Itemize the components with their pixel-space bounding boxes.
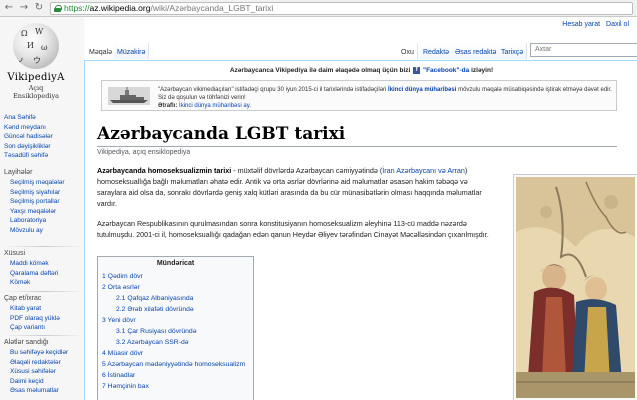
nav-layiheler-item[interactable]: Mövzulu ay: [4, 226, 84, 236]
content-panel: Azərbaycanca Vikipediya ilə daim əlaqədə…: [84, 60, 637, 400]
logo-wordmark: VikipediyA: [7, 72, 65, 83]
toc-title: Mündəricat: [156, 260, 195, 267]
nav-cap: Çap et/ixrac Kitab yarat PDF olaraq yüklə…: [4, 289, 84, 333]
lead-term: Azərbaycanda homoseksualizmin tarixi: [97, 166, 232, 175]
nav-heading-cap: Çap et/ixrac: [4, 295, 42, 302]
nav-main-item[interactable]: Ana Səhifə: [4, 113, 84, 123]
nav-xususi-item[interactable]: Qaralama dəftəri: [4, 269, 84, 279]
lock-icon: [54, 4, 62, 12]
site-notice-suffix: izləyin!: [471, 67, 494, 75]
nav-main: Ana Səhifə Kənd meydanı Güncəl hadisələr So…: [4, 113, 84, 161]
nav-xususi-item[interactable]: Maddi kömək: [4, 259, 84, 269]
toc-item[interactable]: 3.2 Azərbaycan SSR-də: [102, 337, 249, 348]
nav-main-item[interactable]: Kənd meydanı: [4, 123, 84, 133]
p1-text-a: - müxtəlif dövrlərdə Azərbaycan cəmiyyət…: [231, 166, 383, 175]
banner-text: "Azərbaycan vikimediaçıları" istifadəçi …: [158, 86, 614, 110]
toc-item[interactable]: 6 İstinadlar: [102, 370, 249, 381]
persian-miniature-image[interactable]: [513, 174, 637, 400]
facebook-icon: f: [413, 67, 421, 74]
banner-line1-a: "Azərbaycan vikimediaçıları" istifadəçi …: [158, 87, 387, 93]
toc-item[interactable]: 5 Azərbaycan mədəniyyətində homoseksuali…: [102, 359, 249, 370]
nav-aletler: Alətlər sandığı Bu səhifəyə keçidlər Əlaq…: [4, 333, 84, 396]
nav-aletler-item[interactable]: Əsas məlumatlar: [4, 386, 84, 396]
nav-layiheler-item[interactable]: Seçilmiş siyahılar: [4, 188, 84, 198]
nav-cap-item[interactable]: Çap variantı: [4, 323, 84, 333]
banner-more-link[interactable]: İkinci dünya müharibəsi ay.: [179, 103, 251, 109]
nav-heading-aletler: Alətlər sandığı: [4, 339, 49, 346]
article-paragraph-1: Azərbaycanda homoseksualizmin tarixi - m…: [97, 165, 497, 209]
toc-item[interactable]: 2.1 Qafqaz Albaniyasında: [102, 293, 249, 304]
nav-heading-layiheler: Layihələr: [4, 169, 33, 176]
url-protocol: https://: [64, 3, 90, 13]
wikipedia-logo[interactable]: Ω W И ω ر ウ VikipediyA Açıq Ensiklopediy…: [6, 23, 66, 103]
search-input[interactable]: Axtar: [530, 43, 637, 57]
site-notice: Azərbaycanca Vikipediya ilə daim əlaqədə…: [85, 67, 637, 74]
miniature-painting: [516, 177, 635, 398]
nav-xususi: Xüsusi Maddi kömək Qaralama dəftəri Kömək: [4, 244, 84, 288]
toc-item[interactable]: 2 Orta əsrlər: [102, 282, 249, 293]
iran-azerbaijan-link[interactable]: İran Azərbaycanı və Arran: [382, 166, 465, 175]
page-subtitle: Vikipediya, açıq ensiklopediya: [97, 149, 191, 156]
tab-edit-source[interactable]: Əsas redaktə: [452, 43, 501, 59]
nav-main-item[interactable]: Son dəyişikliklər: [4, 142, 84, 152]
page-title: Azərbaycanda LGBT tarixi: [97, 124, 617, 147]
login-link[interactable]: Daxil ol: [606, 21, 629, 28]
url-host: az.wikipedia.org: [89, 3, 151, 13]
table-of-contents: Mündəricat 1 Qədim dövr 2 Orta əsrlər 2.1 …: [97, 256, 254, 400]
tab-talk[interactable]: Müzakirə: [114, 43, 150, 59]
nav-cap-item[interactable]: PDF olaraq yüklə: [4, 314, 84, 324]
banner-more-label: Ətraflı:: [158, 103, 178, 109]
tab-edit[interactable]: Redaktə: [420, 43, 454, 59]
nav-layiheler-item[interactable]: Seçilmiş portallar: [4, 197, 84, 207]
nav-layiheler: Layihələr Seçilmiş məqalələr Seçilmiş siy…: [4, 169, 84, 235]
tab-article[interactable]: Məqalə: [86, 43, 116, 59]
toc-item[interactable]: 3.1 Çar Rusiyası dövründə: [102, 326, 249, 337]
article-paragraph-2: Azərbaycan Respublikasının qurulmasından…: [97, 219, 489, 239]
url-path: /wiki/Azərbaycanda_LGBT_tarixi: [150, 3, 274, 13]
forward-arrow-icon[interactable]: →: [18, 2, 30, 14]
logo-tagline: Açıq Ensiklopediya: [12, 84, 60, 100]
toc-item[interactable]: 1 Qədim dövr: [102, 271, 249, 282]
nav-aletler-item[interactable]: Daimi keçid: [4, 377, 84, 387]
nav-main-item[interactable]: Təsadüfi səhifə: [4, 151, 84, 161]
nav-layiheler-item[interactable]: Laboratoriya: [4, 216, 84, 226]
sidebar: Ω W И ω ر ウ VikipediyA Açıq Ensiklopediy…: [0, 17, 84, 400]
toc-item[interactable]: 2.2 Ərəb xilafəti dövründə: [102, 304, 249, 315]
facebook-link[interactable]: "Facebook"-da: [423, 67, 469, 74]
address-bar[interactable]: https://az.wikipedia.org/wiki/Azərbaycan…: [50, 1, 633, 15]
create-account-link[interactable]: Hesab yarat: [562, 21, 600, 28]
nav-aletler-item[interactable]: Bu səhifəyə keçidlər: [4, 348, 84, 358]
toc-item[interactable]: 7 Həmçinin bax: [102, 381, 249, 392]
reload-icon[interactable]: ↻: [33, 2, 45, 14]
event-banner: "Azərbaycan vikimediaçıları" istifadəçi …: [101, 80, 617, 111]
page-tabs: Məqalə Müzakirə Oxu Redaktə Əsas redaktə…: [84, 41, 637, 60]
nav-main-item[interactable]: Güncəl hadisələr: [4, 132, 84, 142]
warship-icon: [108, 87, 150, 105]
nav-cap-item[interactable]: Kitab yarat: [4, 304, 84, 314]
puzzle-globe-icon: Ω W И ω ر ウ: [13, 23, 59, 69]
tab-history[interactable]: Tarixçə: [498, 43, 528, 59]
site-notice-text: Azərbaycanca Vikipediya ilə daim əlaqədə…: [229, 67, 411, 75]
tab-read[interactable]: Oxu: [398, 43, 418, 59]
nav-layiheler-item[interactable]: Seçilmiş məqalələr: [4, 178, 84, 188]
browser-toolbar: ← → ↻ https://az.wikipedia.org/wiki/Azər…: [0, 0, 637, 17]
nav-xususi-item[interactable]: Kömək: [4, 278, 84, 288]
toc-item[interactable]: 3 Yeni dövr: [102, 315, 249, 326]
personal-tools: Hesab yarat Daxil ol: [562, 21, 629, 28]
nav-layiheler-item[interactable]: Yaxşı məqalələr: [4, 207, 84, 217]
back-arrow-icon[interactable]: ←: [3, 2, 15, 14]
nav-aletler-item[interactable]: Əlaqəli redaktələr: [4, 358, 84, 368]
banner-ww2-link[interactable]: İkinci dünya müharibəsi: [388, 87, 456, 93]
nav-heading-xususi: Xüsusi: [4, 250, 26, 257]
toc-item[interactable]: 4 Müasir dövr: [102, 348, 249, 359]
nav-aletler-item[interactable]: Xüsusi səhifələr: [4, 367, 84, 377]
